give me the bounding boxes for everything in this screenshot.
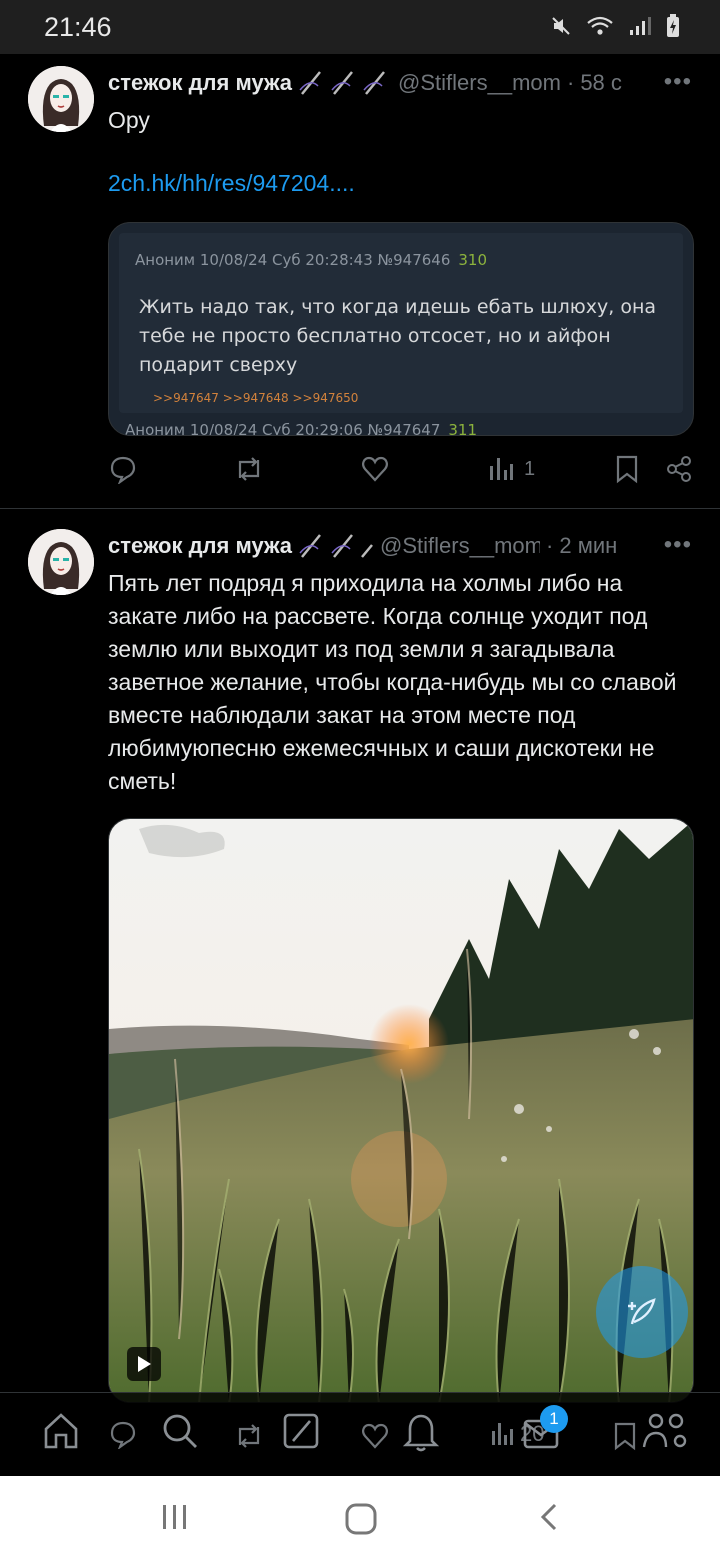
author-name[interactable]: стежок для мужа [108,533,292,559]
notification-badge: 1 [540,1405,568,1433]
tweet-time: 58 с [580,70,622,95]
like-icon[interactable] [360,454,390,484]
home-nav-icon[interactable] [344,1502,378,1541]
views-count: 1 [524,457,536,480]
status-time: 21:46 [44,12,112,42]
views-icon [490,458,513,480]
search-icon[interactable] [160,1411,200,1456]
more-options-icon[interactable]: ••• [664,531,692,559]
tweet-link[interactable]: 2ch.hk/hh/res/947204.... [108,170,355,197]
wifi-icon [586,15,614,37]
retweet-icon [232,1421,266,1456]
play-icon [138,1356,151,1372]
views-icon [492,1423,513,1445]
views-button[interactable]: 1 [488,454,535,484]
status-bar: 21:46 [0,0,720,54]
bookmark-icon[interactable] [614,454,640,484]
avatar[interactable] [28,529,94,595]
post-body: Жить надо так, что когда идешь ебать шлю… [139,296,657,376]
share-icon[interactable] [664,454,694,484]
needle-emoji-icons [296,531,374,561]
bookmark-icon [612,1421,638,1456]
dvach-post: Аноним 10/08/24 Суб 20:28:43 №947646 310 … [119,233,683,413]
tweet-actions: 1 [108,454,694,494]
post-header: Аноним 10/08/24 Суб 20:28:43 №947646 310 [135,251,488,269]
signal-icon [628,15,652,37]
more-options-icon[interactable]: ••• [664,68,692,96]
post-number-badge: 310 [458,251,488,269]
home-icon[interactable] [42,1411,80,1456]
author-name[interactable]: стежок для мужа [108,70,292,96]
mute-icon [550,15,572,37]
grok-icon[interactable] [282,1411,320,1456]
reply-icon[interactable] [108,454,138,484]
post-replies: >>947647 >>947648 >>947650 [153,391,359,405]
tweet[interactable]: стежок для мужа @Stiflers__mom · 58 с ••… [0,54,720,509]
system-navigation-bar [0,1476,720,1560]
next-post-header: Аноним 10/08/24 Суб 20:29:06 №947647 311 [125,421,478,436]
notifications-icon[interactable] [402,1411,440,1458]
play-button[interactable] [127,1347,161,1381]
like-icon [360,1421,390,1456]
compose-feather-icon [628,1298,656,1325]
battery-icon [666,14,680,38]
recent-apps-icon[interactable] [160,1502,190,1537]
avatar[interactable] [28,66,94,132]
link-preview-card[interactable]: Аноним 10/08/24 Суб 20:28:43 №947646 310 … [108,222,694,436]
bottom-tab-bar: 20 [0,1392,720,1476]
back-icon[interactable] [536,1502,562,1537]
compose-button[interactable] [596,1266,688,1358]
tweet-time: 2 мин [559,533,618,558]
separator-dot: · [566,70,575,95]
needle-emoji-icons [296,68,392,98]
tweet-text: Пять лет подряд я приходила на холмы либ… [108,570,677,794]
reply-icon [108,1419,138,1454]
tweet-text: Ору [108,107,150,133]
handle[interactable]: @Stiflers__mom [380,533,540,559]
communities-icon[interactable] [642,1411,690,1456]
separator-dot: · [546,533,554,558]
handle[interactable]: @Stiflers__mom [398,70,561,96]
retweet-icon[interactable] [232,454,266,484]
